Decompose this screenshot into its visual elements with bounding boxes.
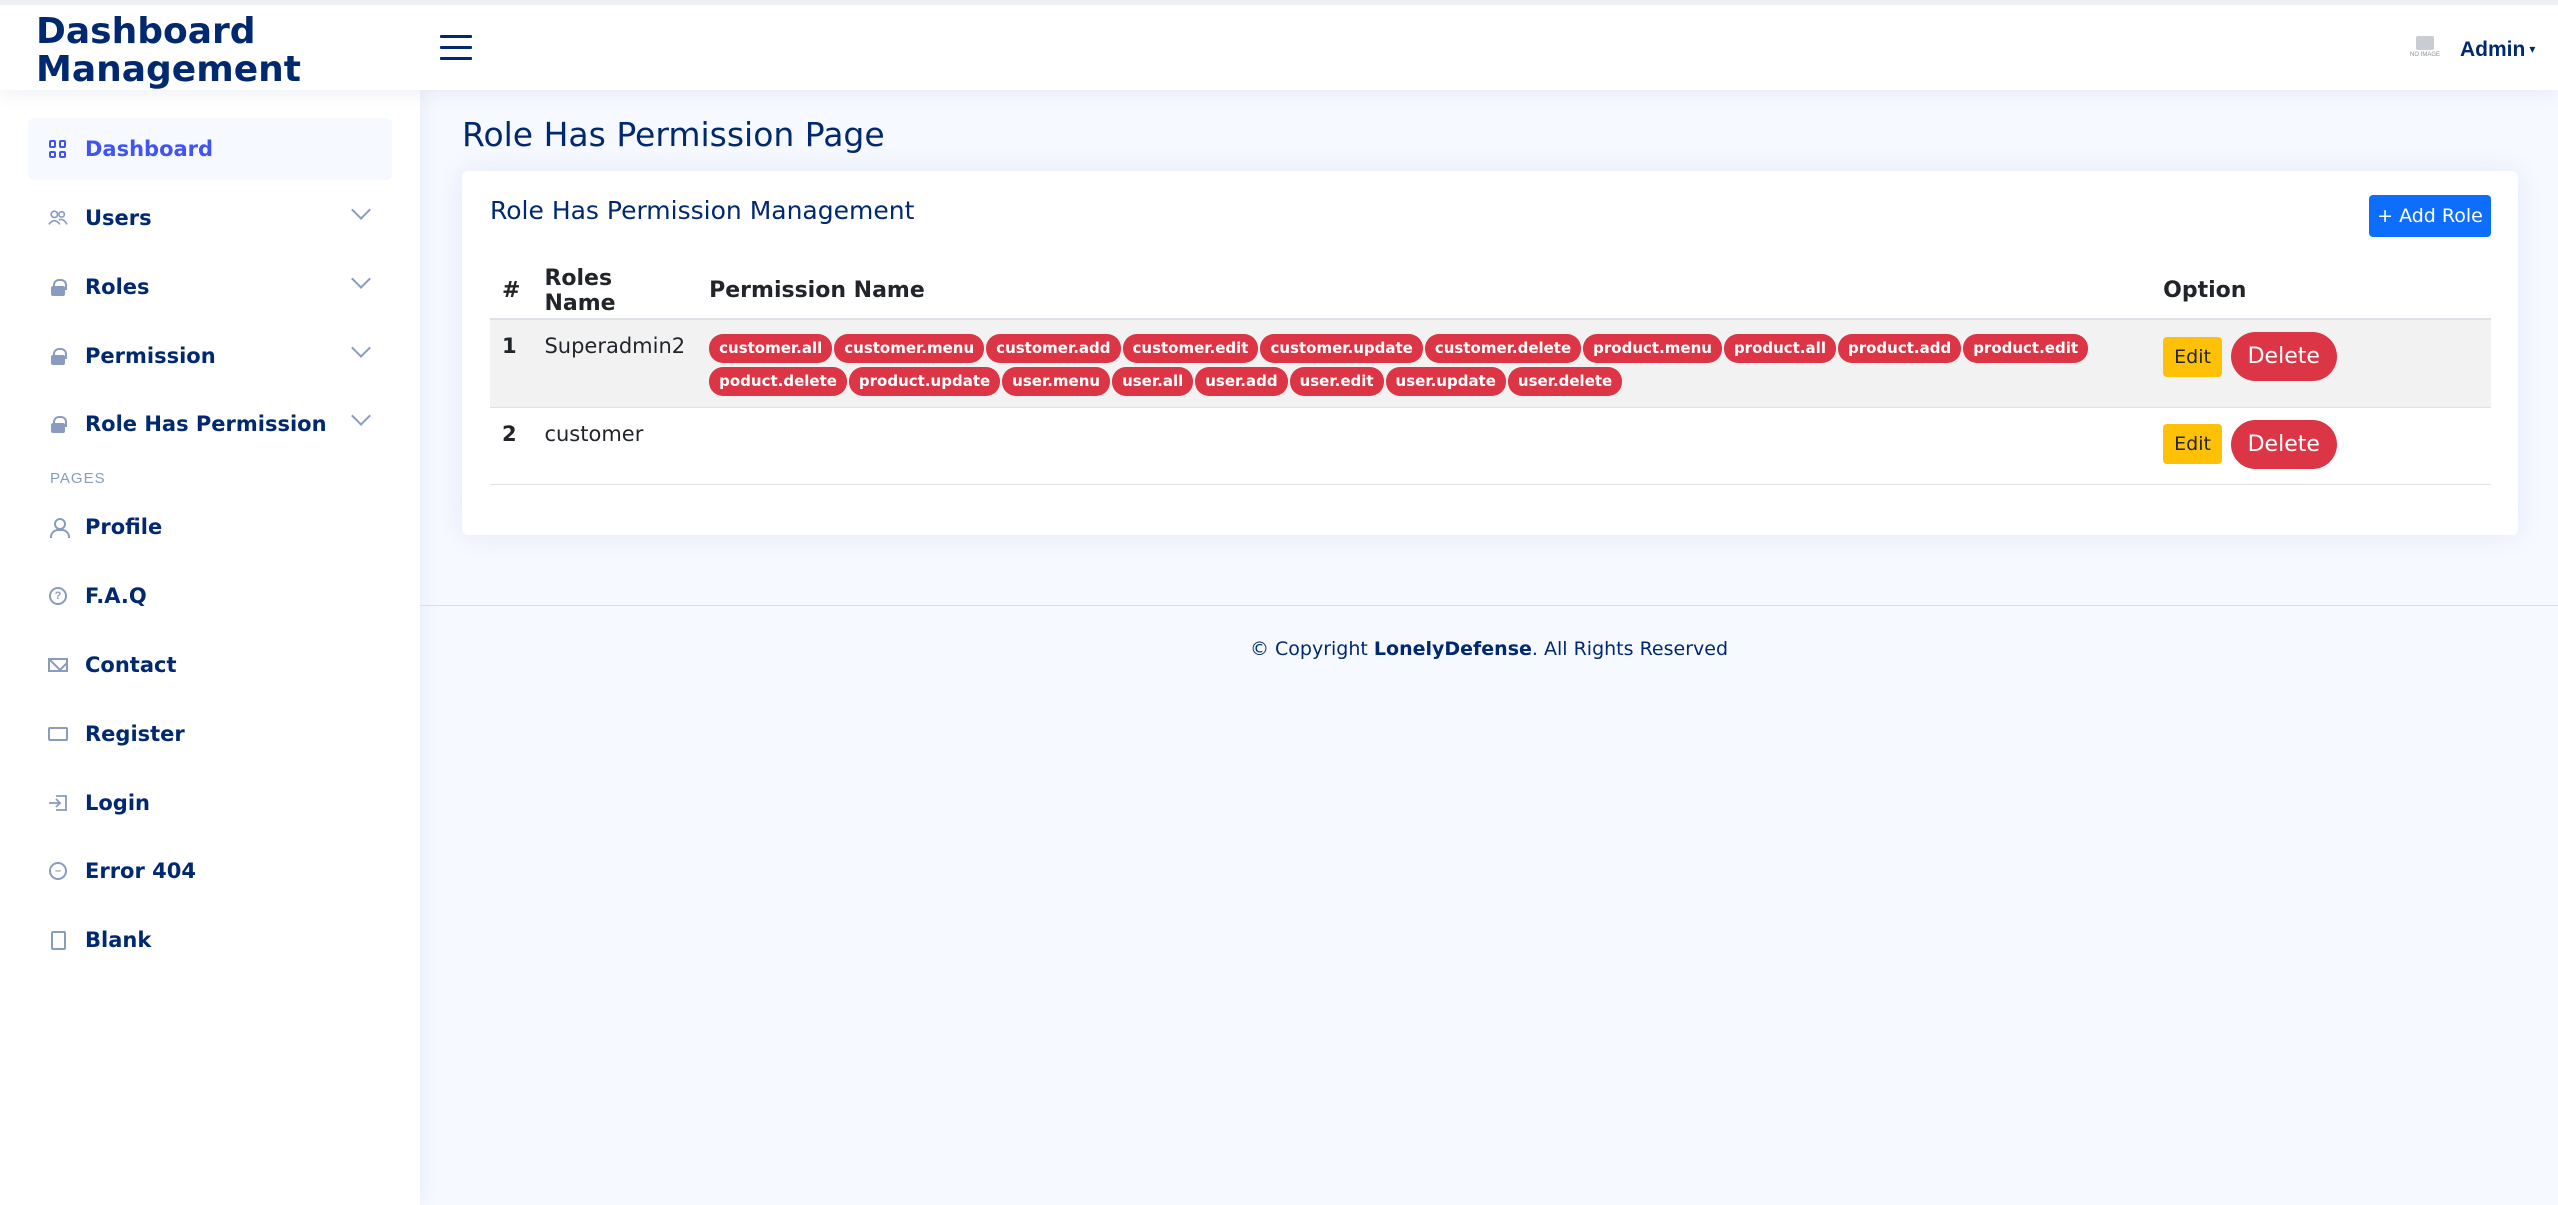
chevron-down-icon	[351, 200, 371, 220]
sidebar-item-label: Profile	[85, 515, 163, 539]
lock-icon	[48, 346, 68, 366]
copyright-brand[interactable]: LonelyDefense	[1374, 638, 1532, 660]
permission-badge: poduct.delete	[709, 367, 847, 396]
sidebar-item-label: Contact	[85, 653, 177, 677]
column-header-number: #	[490, 263, 533, 320]
chevron-down-icon	[351, 338, 371, 358]
add-role-button[interactable]: + Add Role	[2369, 195, 2491, 237]
sidebar-item-permission[interactable]: Permission	[28, 325, 392, 387]
permission-badge: user.menu	[1002, 367, 1111, 396]
permission-badge: user.edit	[1289, 367, 1384, 396]
sidebar-item-error-404[interactable]: – Error 404	[28, 840, 392, 902]
box-arrow-in-right-icon	[48, 793, 68, 813]
caret-down-icon: ▾	[2529, 42, 2536, 56]
role-name: Superadmin2	[532, 319, 698, 408]
sidebar-item-register[interactable]: Register	[28, 703, 392, 765]
logo[interactable]: Dashboard Management	[36, 13, 301, 89]
permission-badge: user.all	[1112, 367, 1194, 396]
sidebar-item-label: Role Has Permission	[85, 412, 327, 436]
table-header-row: # Roles Name Permission Name Option	[490, 263, 2491, 320]
sidebar-item-label: Roles	[85, 275, 150, 299]
card-list-icon	[48, 724, 68, 744]
table-row: 2 customer Edit Delete	[490, 407, 2491, 485]
sidebar-item-label: Error 404	[85, 859, 196, 883]
camera-icon	[2416, 36, 2434, 50]
column-header-roles-name: Roles Name	[532, 263, 698, 320]
edit-button[interactable]: Edit	[2163, 424, 2222, 464]
permission-badge: customer.edit	[1122, 334, 1259, 363]
row-number: 1	[490, 319, 533, 408]
avatar-placeholder-text: NO IMAGE	[2409, 52, 2440, 58]
sidebar-item-role-has-permission[interactable]: Role Has Permission	[28, 393, 392, 455]
column-header-option: Option	[2151, 263, 2491, 320]
pages-heading: PAGES	[50, 470, 106, 487]
envelope-icon	[48, 655, 68, 675]
avatar[interactable]: NO IMAGE	[2408, 30, 2442, 64]
copyright-prefix: © Copyright	[1249, 638, 1374, 660]
logo-line2: Management	[36, 49, 301, 90]
footer: © Copyright LonelyDefense. All Rights Re…	[420, 605, 2558, 685]
permission-badge: product.update	[848, 367, 1001, 396]
permission-badge: customer.update	[1260, 334, 1423, 363]
permission-badge: product.add	[1837, 334, 1962, 363]
sidebar-item-faq[interactable]: ? F.A.Q	[28, 565, 392, 627]
user-dropdown[interactable]: Admin ▾	[2460, 38, 2535, 62]
sidebar-item-profile[interactable]: Profile	[28, 496, 392, 558]
row-options: Edit Delete	[2151, 319, 2491, 408]
sidebar-item-login[interactable]: Login	[28, 772, 392, 834]
chevron-down-icon	[351, 406, 371, 426]
permission-list	[697, 407, 2152, 485]
card-title: Role Has Permission Management	[490, 196, 915, 225]
permission-badge: customer.menu	[834, 334, 985, 363]
lock-icon	[48, 414, 68, 434]
logo-line1: Dashboard	[36, 11, 256, 52]
grid-icon	[48, 139, 68, 159]
top-header: Dashboard Management NO IMAGE Admin ▾	[0, 0, 2558, 90]
row-number: 2	[490, 407, 533, 485]
sidebar-item-label: F.A.Q	[85, 584, 147, 608]
sidebar-item-blank[interactable]: Blank	[28, 909, 392, 971]
permission-badge: user.delete	[1507, 367, 1623, 396]
sidebar-item-label: Blank	[85, 928, 152, 952]
page-title: Role Has Permission Page	[462, 115, 885, 154]
sidebar-item-label: Register	[85, 722, 185, 746]
hamburger-menu-icon[interactable]	[440, 35, 472, 63]
sidebar-item-dashboard[interactable]: Dashboard	[28, 118, 392, 180]
file-icon	[48, 930, 68, 950]
question-circle-icon: ?	[48, 586, 68, 606]
role-name: customer	[532, 407, 698, 485]
delete-button[interactable]: Delete	[2230, 332, 2337, 381]
user-label: Admin	[2460, 38, 2526, 61]
chevron-down-icon	[351, 269, 371, 289]
permission-badge: customer.all	[709, 334, 833, 363]
permission-badge: product.edit	[1963, 334, 2089, 363]
column-header-permission-name: Permission Name	[697, 263, 2152, 320]
permission-badge: customer.add	[986, 334, 1121, 363]
lock-icon	[48, 277, 68, 297]
permission-badge: customer.delete	[1424, 334, 1582, 363]
sidebar-item-label: Dashboard	[85, 137, 214, 161]
sidebar-item-label: Login	[85, 791, 150, 815]
sidebar-item-label: Users	[85, 206, 152, 230]
copyright-suffix: . All Rights Reserved	[1531, 638, 1728, 660]
permission-badge: product.all	[1723, 334, 1836, 363]
role-permission-card: Role Has Permission Management + Add Rol…	[462, 171, 2518, 535]
sidebar-item-users[interactable]: Users	[28, 187, 392, 249]
sidebar-item-roles[interactable]: Roles	[28, 256, 392, 318]
permission-badge: user.add	[1195, 367, 1288, 396]
sidebar: Dashboard Users Roles Permission Role Ha…	[0, 90, 420, 1205]
person-icon	[48, 517, 70, 538]
delete-button[interactable]: Delete	[2230, 419, 2337, 469]
dash-circle-icon: –	[48, 861, 68, 881]
table-row: 1 Superadmin2 customer.all customer.menu c…	[490, 319, 2491, 408]
edit-button[interactable]: Edit	[2163, 336, 2222, 377]
permission-list: customer.all customer.menu customer.add cus…	[697, 319, 2152, 408]
permission-badge: user.update	[1385, 367, 1506, 396]
sidebar-item-contact[interactable]: Contact	[28, 634, 392, 696]
row-options: Edit Delete	[2151, 407, 2491, 485]
role-permission-table: # Roles Name Permission Name Option 1 Su…	[490, 263, 2491, 485]
permission-badge: product.menu	[1583, 334, 1722, 363]
people-icon	[48, 208, 68, 228]
sidebar-item-label: Permission	[85, 344, 216, 368]
